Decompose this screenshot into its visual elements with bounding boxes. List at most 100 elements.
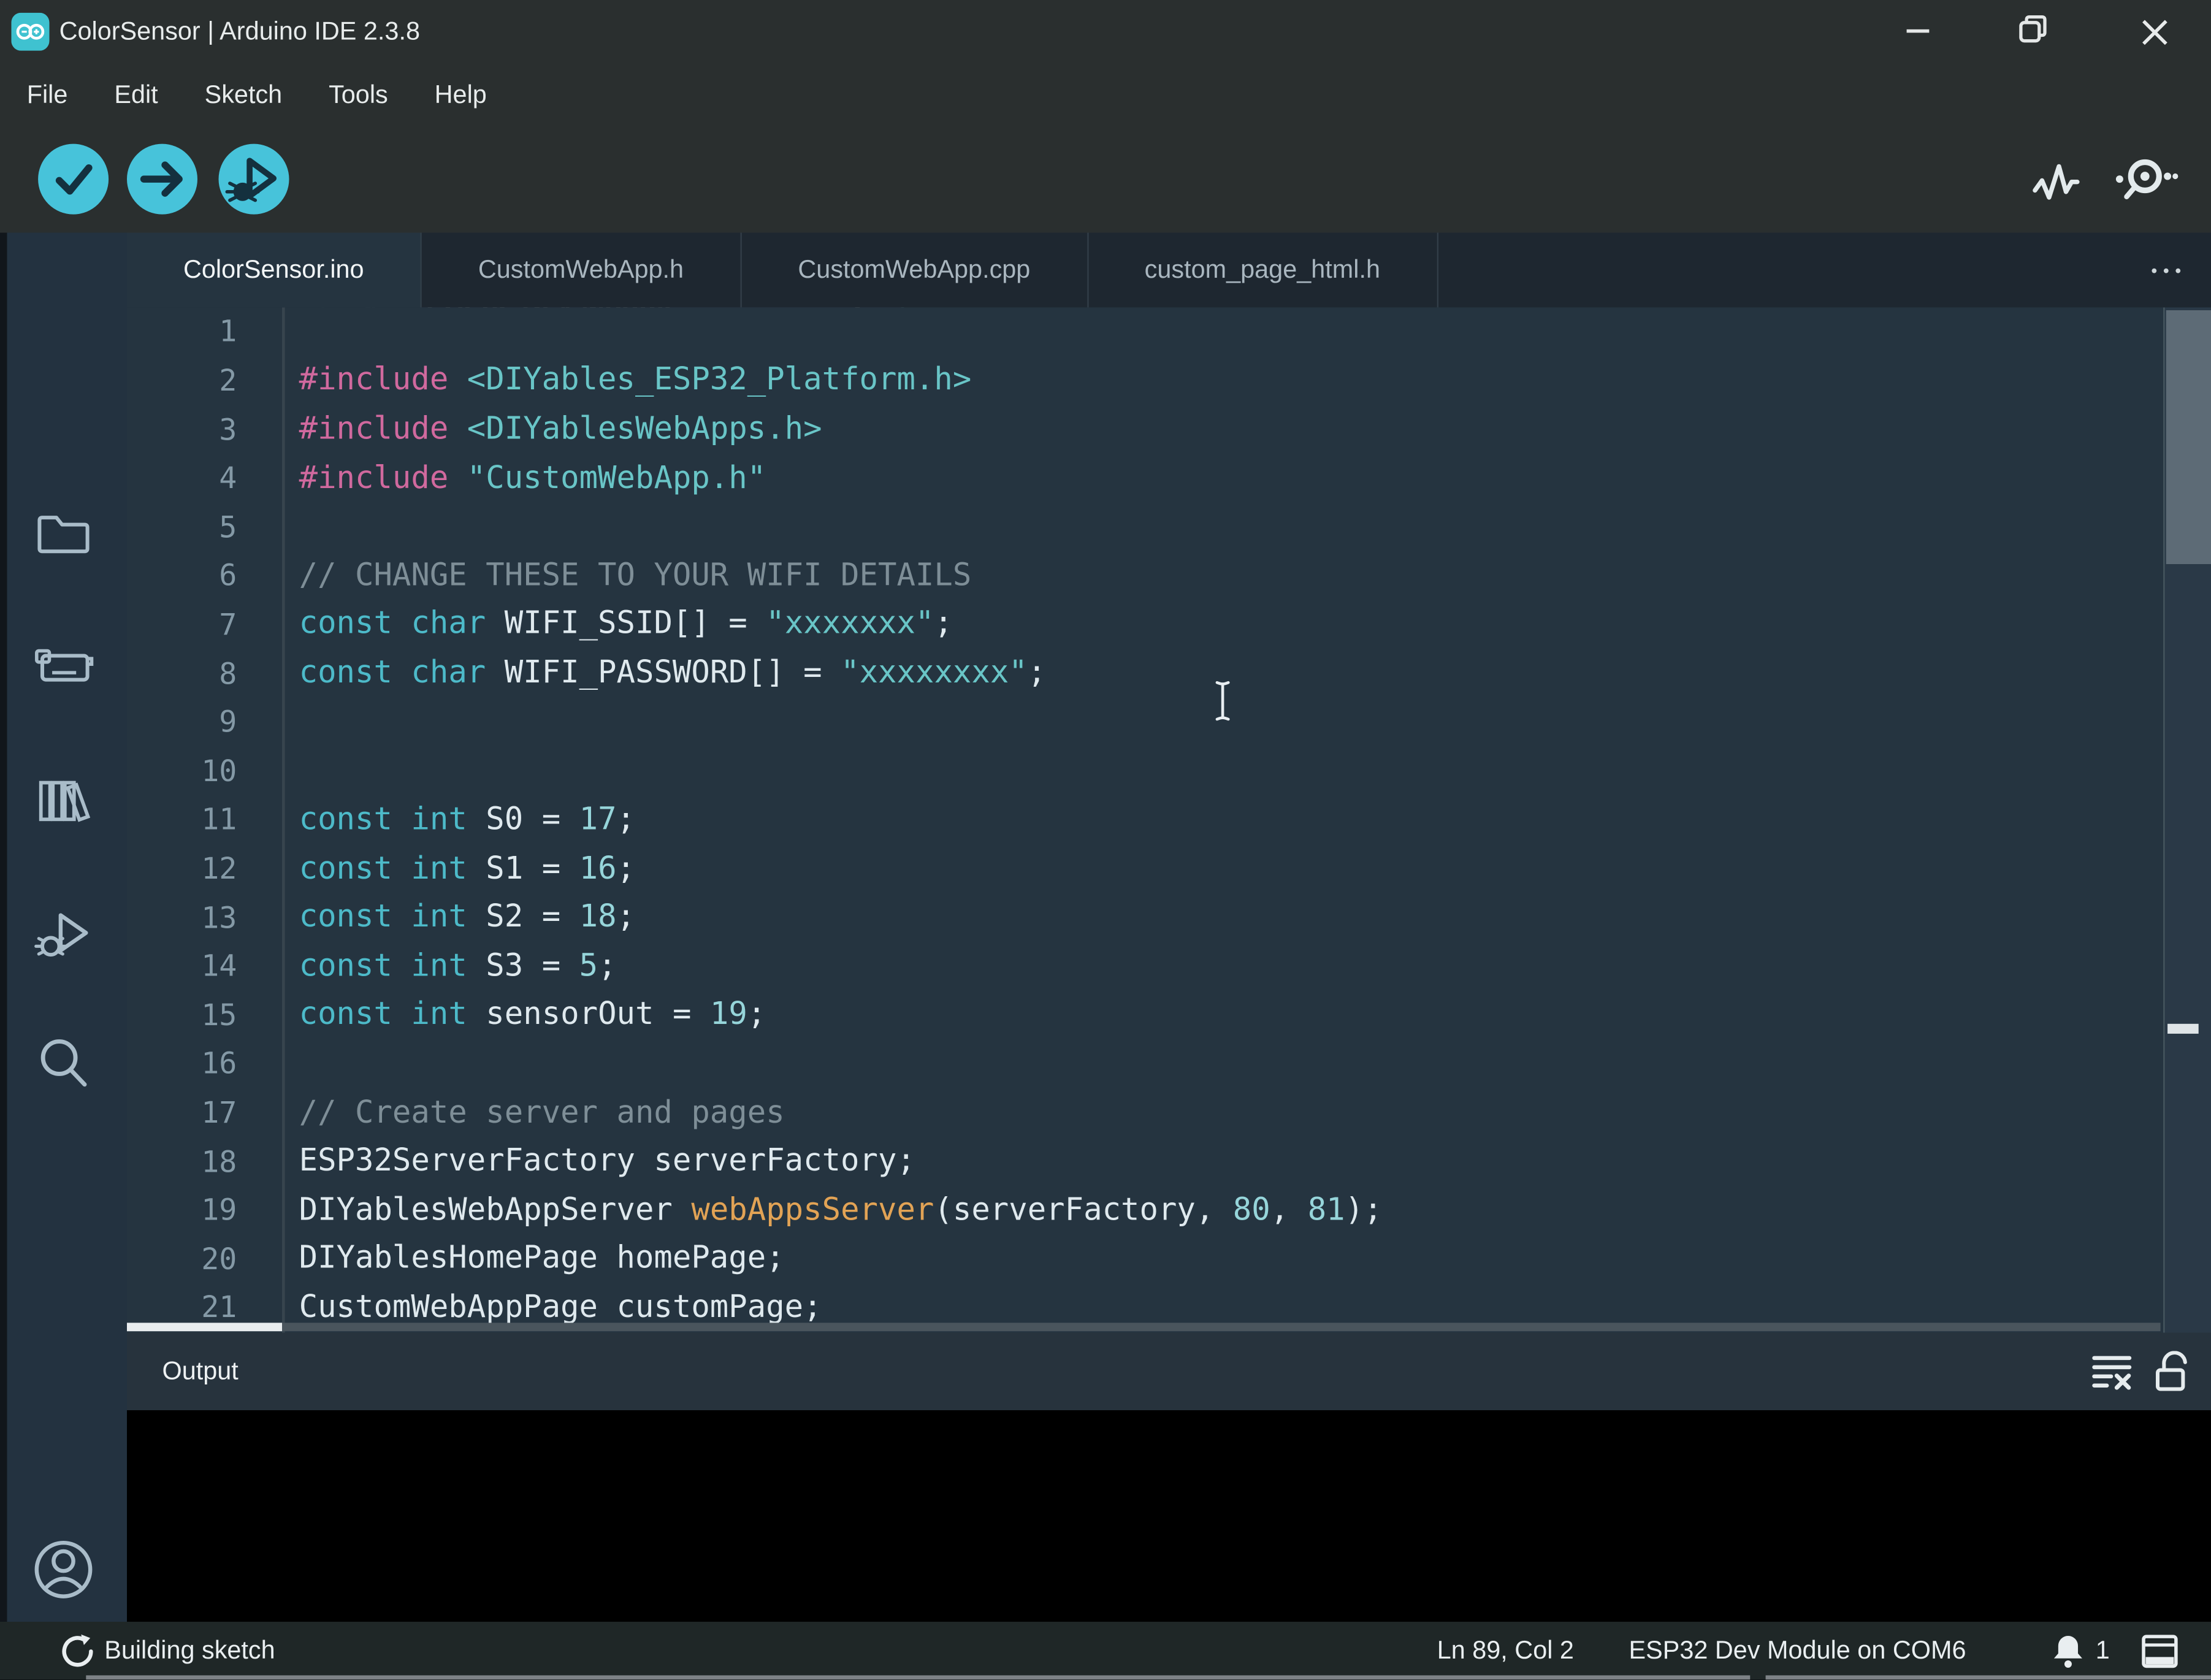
code-token: const <box>299 949 392 984</box>
code-token: ; <box>617 851 635 887</box>
code-token: webAppsServer <box>691 1193 934 1228</box>
menu-item-edit[interactable]: Edit <box>107 78 165 113</box>
code-token: const <box>299 802 392 838</box>
code-line: 5 <box>127 503 2144 552</box>
code-token <box>392 656 411 692</box>
code-token: ; <box>1028 656 1046 692</box>
code-token: 17 <box>579 802 617 838</box>
tab-custom-page-html-h[interactable]: custom_page_html.h <box>1088 233 1438 308</box>
upload-button[interactable] <box>127 144 197 215</box>
code-text: #include <DIYables_ESP32_Platform.h> <box>237 363 971 399</box>
serial-monitor-button[interactable] <box>2111 127 2179 233</box>
code-token: 80 <box>1233 1193 1270 1228</box>
code-token: <DIYables_ESP32_Platform.h> <box>467 363 972 399</box>
code-line: 20DIYablesHomePage homePage; <box>127 1235 2144 1284</box>
gutter-divider <box>282 307 285 1332</box>
clear-output-icon <box>2091 1352 2134 1391</box>
menu-item-help[interactable]: Help <box>427 78 494 113</box>
code-token: const <box>299 656 392 692</box>
code-token: "CustomWebApp.h" <box>467 460 766 496</box>
code-token: sensorOut = <box>467 998 710 1033</box>
line-number: 18 <box>127 1145 237 1178</box>
code-text: const int sensorOut = 19; <box>237 998 766 1033</box>
code-token: const <box>299 998 392 1033</box>
sidebar-item-library-manager[interactable] <box>0 758 127 843</box>
code-line: 6// CHANGE THESE TO YOUR WIFI DETAILS <box>127 551 2144 600</box>
line-number: 13 <box>127 901 237 934</box>
code-text: // Create server and pages <box>237 1095 784 1131</box>
menu-item-file[interactable]: File <box>20 78 75 113</box>
code-text: CustomWebAppPage customPage; <box>237 1290 822 1326</box>
toggle-bottom-panel-button[interactable] <box>2140 1633 2179 1670</box>
code-token: DIYablesHomePage homePage; <box>299 1242 785 1277</box>
code-token: // Create server and pages <box>299 1095 785 1131</box>
menu-item-tools[interactable]: Tools <box>322 78 395 113</box>
code-text: #include <DIYablesWebApps.h> <box>237 412 822 448</box>
sidebar-item-boards-manager[interactable] <box>0 625 127 709</box>
code-text: const int S3 = 5; <box>237 949 616 984</box>
close-button[interactable] <box>2115 0 2194 64</box>
line-number: 2 <box>127 364 237 397</box>
debug-button[interactable] <box>219 144 289 215</box>
window-title: ColorSensor | Arduino IDE 2.3.8 <box>59 0 420 64</box>
menu-item-sketch[interactable]: Sketch <box>197 78 289 113</box>
code-token: #include <box>299 363 467 399</box>
line-number: 15 <box>127 998 237 1032</box>
tab-colorsensor-ino[interactable]: ColorSensor.ino <box>127 233 422 308</box>
output-console[interactable] <box>127 1410 2211 1622</box>
arduino-logo-icon <box>11 13 49 51</box>
serial-plotter-icon <box>2031 155 2082 205</box>
restore-button[interactable] <box>1994 0 2073 64</box>
code-text: const int S0 = 17; <box>237 802 635 838</box>
sync-spinner-icon <box>59 1633 96 1670</box>
code-line: 11const int S0 = 17; <box>127 795 2144 844</box>
vertical-scrollbar[interactable] <box>2163 307 2211 1332</box>
sidebar-item-debug[interactable] <box>0 892 127 976</box>
code-lines: 12#include <DIYables_ESP32_Platform.h>3#… <box>127 307 2144 1332</box>
code-token: 18 <box>579 900 617 936</box>
code-line: 8const char WIFI_PASSWORD[] = "xxxxxxxx"… <box>127 649 2144 698</box>
minimize-button[interactable] <box>1879 0 1958 64</box>
code-token: S2 = <box>467 900 579 936</box>
arduino-ide-window: ColorSensor | Arduino IDE 2.3.8 File Edit… <box>0 0 2211 1680</box>
code-token: #include <box>299 460 467 496</box>
account-icon <box>29 1536 97 1603</box>
code-text: DIYablesWebAppServer webAppsServer(serve… <box>237 1193 1382 1228</box>
search-icon <box>31 1031 96 1096</box>
toggle-autoscroll-button[interactable] <box>2153 1350 2191 1392</box>
ellipsis-icon <box>2149 263 2183 277</box>
notifications-button[interactable] <box>2052 1633 2085 1670</box>
clear-output-button[interactable] <box>2091 1352 2134 1391</box>
output-panel-header: Output <box>127 1333 2211 1411</box>
unlock-icon <box>2153 1350 2191 1392</box>
status-board-port[interactable]: ESP32 Dev Module on COM6 <box>1629 1622 1966 1679</box>
code-token: "xxxxxxx" <box>766 607 934 643</box>
sidebar-item-account[interactable] <box>0 1527 127 1612</box>
code-line: 2#include <DIYables_ESP32_Platform.h> <box>127 356 2144 405</box>
status-cursor-position[interactable]: Ln 89, Col 2 <box>1437 1622 1574 1679</box>
tab-customwebapp-h[interactable]: CustomWebApp.h <box>422 233 742 308</box>
line-number: 3 <box>127 413 237 446</box>
code-text: // CHANGE THESE TO YOUR WIFI DETAILS <box>237 558 971 594</box>
line-number: 17 <box>127 1096 237 1129</box>
check-icon <box>38 144 109 215</box>
code-token: DIYablesWebAppServer <box>299 1193 692 1228</box>
sidebar-item-sketchbook[interactable] <box>0 491 127 575</box>
vertical-scrollbar-thumb[interactable] <box>2166 310 2211 564</box>
arrow-right-icon <box>127 144 197 215</box>
code-text: #include "CustomWebApp.h" <box>237 460 766 496</box>
code-token: 19 <box>710 998 747 1033</box>
serial-plotter-button[interactable] <box>2031 127 2082 233</box>
code-editor[interactable]: 12#include <DIYables_ESP32_Platform.h>3#… <box>127 307 2211 1332</box>
line-number: 7 <box>127 608 237 641</box>
verify-button[interactable] <box>38 144 109 215</box>
code-text: const char WIFI_SSID[] = "xxxxxxx"; <box>237 607 953 642</box>
line-number: 21 <box>127 1291 237 1325</box>
line-number: 9 <box>127 705 237 739</box>
sidebar-item-search[interactable] <box>0 1021 127 1105</box>
horizontal-scrollbar-thumb[interactable] <box>127 1323 282 1331</box>
code-token: int <box>411 851 467 887</box>
tab-customwebapp-cpp[interactable]: CustomWebApp.cpp <box>741 233 1088 308</box>
horizontal-scrollbar[interactable] <box>127 1323 2161 1331</box>
tab-overflow-menu[interactable] <box>2138 233 2194 308</box>
